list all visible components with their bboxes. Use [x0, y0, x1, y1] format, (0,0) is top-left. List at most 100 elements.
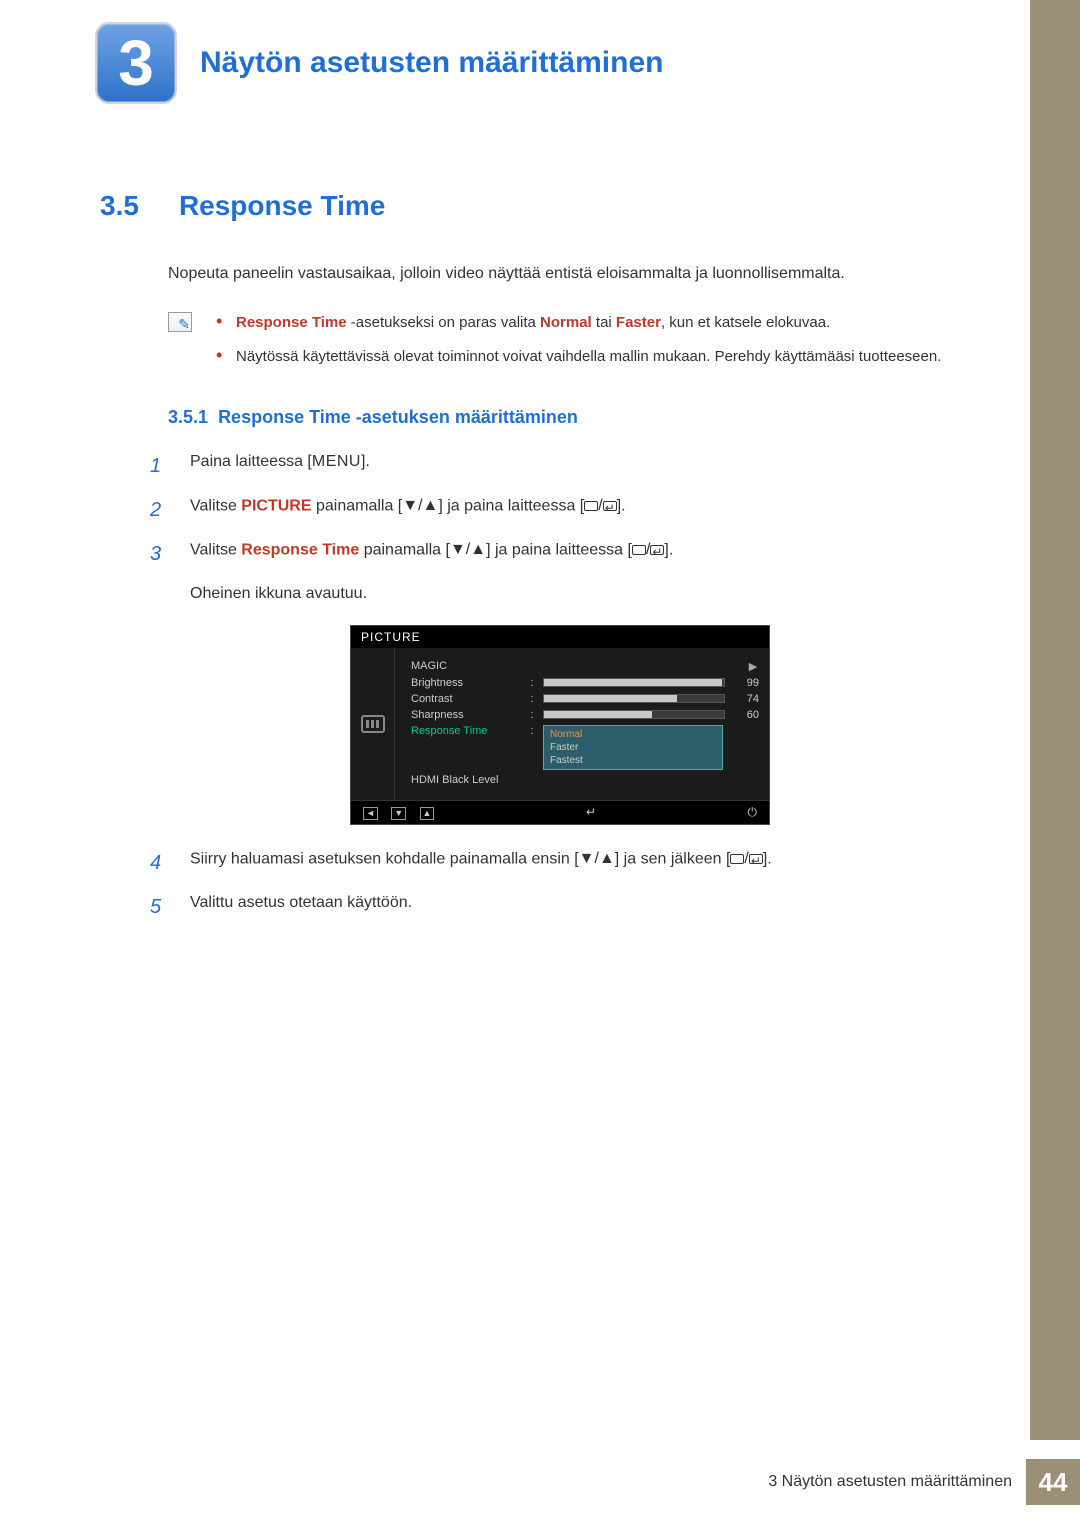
osd-label-sharpness: Sharpness [411, 709, 521, 721]
osd-label-contrast: Contrast [411, 693, 521, 705]
down-icon: ▼ [391, 807, 406, 820]
side-accent [1030, 0, 1080, 1440]
osd-opt-fastest: Fastest [550, 754, 716, 767]
s2-post: ] ja paina laitteessa [ [438, 498, 584, 515]
up-icon: ▲ [420, 807, 435, 820]
osd-title: PICTURE [351, 626, 769, 648]
step-3: 3 Valitse Response Time painamalla [▼/▲]… [150, 536, 960, 572]
s4-end: ]. [763, 850, 772, 867]
note1-post: , kun et katsele elokuvaa. [661, 314, 830, 331]
s2-key: PICTURE [241, 498, 311, 515]
note1-or: tai [592, 314, 616, 331]
osd-nav-left: ◄ ▼ ▲ [363, 805, 434, 820]
page-content: 3.5 Response Time Nopeuta paneelin vasta… [100, 190, 960, 933]
s3-post: ] ja paina laitteessa [ [486, 542, 632, 559]
contrast-value: 74 [733, 693, 759, 705]
osd-row-response: Response Time : Normal Faster Fastest [411, 725, 759, 770]
note-bullets: Response Time -asetukseksi on paras vali… [216, 310, 941, 377]
step-1: 1 Paina laitteessa [MENU]. [150, 448, 960, 484]
note-bullet-2: Näytössä käytettävissä olevat toiminnot … [216, 344, 941, 370]
step-3-num: 3 [150, 536, 170, 572]
osd-response-options: Normal Faster Fastest [543, 725, 723, 770]
osd-nav-enter: ↵ [586, 805, 596, 820]
s3-key: Response Time [241, 542, 359, 559]
note-icon [168, 312, 192, 332]
section-title: Response Time [179, 190, 385, 222]
power-icon: ⏻ [747, 805, 757, 820]
note1-opt1: Normal [540, 314, 592, 331]
footer-text: 3 Näytön asetusten määrittäminen [768, 1473, 1012, 1491]
step-3-extra: Oheinen ikkuna avautuu. [190, 580, 960, 609]
chapter-title: Näytön asetusten määrittäminen [200, 46, 663, 80]
osd-body: MAGIC ▶ Brightness : 99 Contrast : [351, 648, 769, 800]
step-1-text: Paina laitteessa [MENU]. [190, 448, 370, 484]
section-intro: Nopeuta paneelin vastausaikaa, jolloin v… [168, 262, 960, 286]
note1-opt2: Faster [616, 314, 661, 331]
note1-key1: Response Time [236, 314, 347, 331]
step-4: 4 Siirry haluamasi asetuksen kohdalle pa… [150, 845, 960, 881]
s2-pre: Valitse [190, 498, 241, 515]
step-4-num: 4 [150, 845, 170, 881]
brightness-value: 99 [733, 677, 759, 689]
step-2-text: Valitse PICTURE painamalla [▼/▲] ja pain… [190, 492, 626, 528]
back-icon: ◄ [363, 807, 378, 820]
brightness-bar [543, 678, 725, 687]
step-2-num: 2 [150, 492, 170, 528]
contrast-bar [543, 694, 725, 703]
chapter-badge: 3 [95, 22, 177, 104]
enter-icon: / [632, 536, 664, 565]
chapter-number: 3 [118, 31, 154, 95]
step-1-num: 1 [150, 448, 170, 484]
osd-row-magic: MAGIC ▶ [411, 660, 759, 673]
osd-main: MAGIC ▶ Brightness : 99 Contrast : [395, 648, 769, 800]
step-5: 5 Valittu asetus otetaan käyttöön. [150, 889, 960, 925]
menu-button-label: MENU [312, 453, 361, 470]
note1-mid: -asetukseksi on paras valita [347, 314, 540, 331]
sharpness-bar [543, 710, 725, 719]
s2-end: ]. [617, 498, 626, 515]
enter-icon: / [730, 845, 762, 874]
arrow-right-icon: ▶ [747, 660, 759, 673]
step-2: 2 Valitse PICTURE painamalla [▼/▲] ja pa… [150, 492, 960, 528]
step-5-num: 5 [150, 889, 170, 925]
osd-row-sharpness: Sharpness : 60 [411, 709, 759, 721]
osd-category-icon [351, 648, 395, 800]
osd-row-brightness: Brightness : 99 [411, 677, 759, 689]
page-footer: 3 Näytön asetusten määrittäminen 44 [768, 1459, 1080, 1505]
osd-nav-bar: ◄ ▼ ▲ ↵ ⏻ [351, 800, 769, 824]
updown-icon: ▼/▲ [450, 536, 486, 565]
osd-row-hdmi: HDMI Black Level [411, 774, 759, 786]
page-number: 44 [1026, 1459, 1080, 1505]
osd-label-magic: MAGIC [411, 660, 521, 672]
s1-post: ]. [361, 453, 370, 470]
osd-opt-normal: Normal [550, 728, 716, 741]
section-heading: 3.5 Response Time [100, 190, 960, 222]
picture-icon [361, 715, 385, 733]
s3-pre: Valitse [190, 542, 241, 559]
step-3-text: Valitse Response Time painamalla [▼/▲] j… [190, 536, 673, 572]
osd-label-hdmi: HDMI Black Level [411, 774, 521, 786]
s3-mid: painamalla [ [359, 542, 450, 559]
s2-mid: painamalla [ [312, 498, 403, 515]
osd-label-brightness: Brightness [411, 677, 521, 689]
osd-opt-faster: Faster [550, 741, 716, 754]
osd-screenshot: PICTURE MAGIC ▶ Brightness : [350, 625, 770, 825]
subsection-number: 3.5.1 [168, 407, 208, 427]
updown-icon: ▼/▲ [402, 492, 438, 521]
enter-icon: / [584, 492, 616, 521]
step-5-text: Valittu asetus otetaan käyttöön. [190, 889, 412, 925]
subsection-title: Response Time -asetuksen määrittäminen [218, 407, 578, 427]
s4-pre: Siirry haluamasi asetuksen kohdalle pain… [190, 850, 579, 867]
note-block: Response Time -asetukseksi on paras vali… [168, 310, 960, 377]
note-bullet-1: Response Time -asetukseksi on paras vali… [216, 310, 941, 336]
section-number: 3.5 [100, 190, 139, 222]
s3-end: ]. [664, 542, 673, 559]
updown-icon: ▼/▲ [579, 845, 615, 874]
sharpness-value: 60 [733, 709, 759, 721]
osd-label-response: Response Time [411, 725, 521, 737]
s1-pre: Paina laitteessa [ [190, 453, 312, 470]
step-4-text: Siirry haluamasi asetuksen kohdalle pain… [190, 845, 772, 881]
steps-list: 1 Paina laitteessa [MENU]. 2 Valitse PIC… [150, 448, 960, 925]
s4-mid: ] ja sen jälkeen [ [615, 850, 731, 867]
osd-row-contrast: Contrast : 74 [411, 693, 759, 705]
